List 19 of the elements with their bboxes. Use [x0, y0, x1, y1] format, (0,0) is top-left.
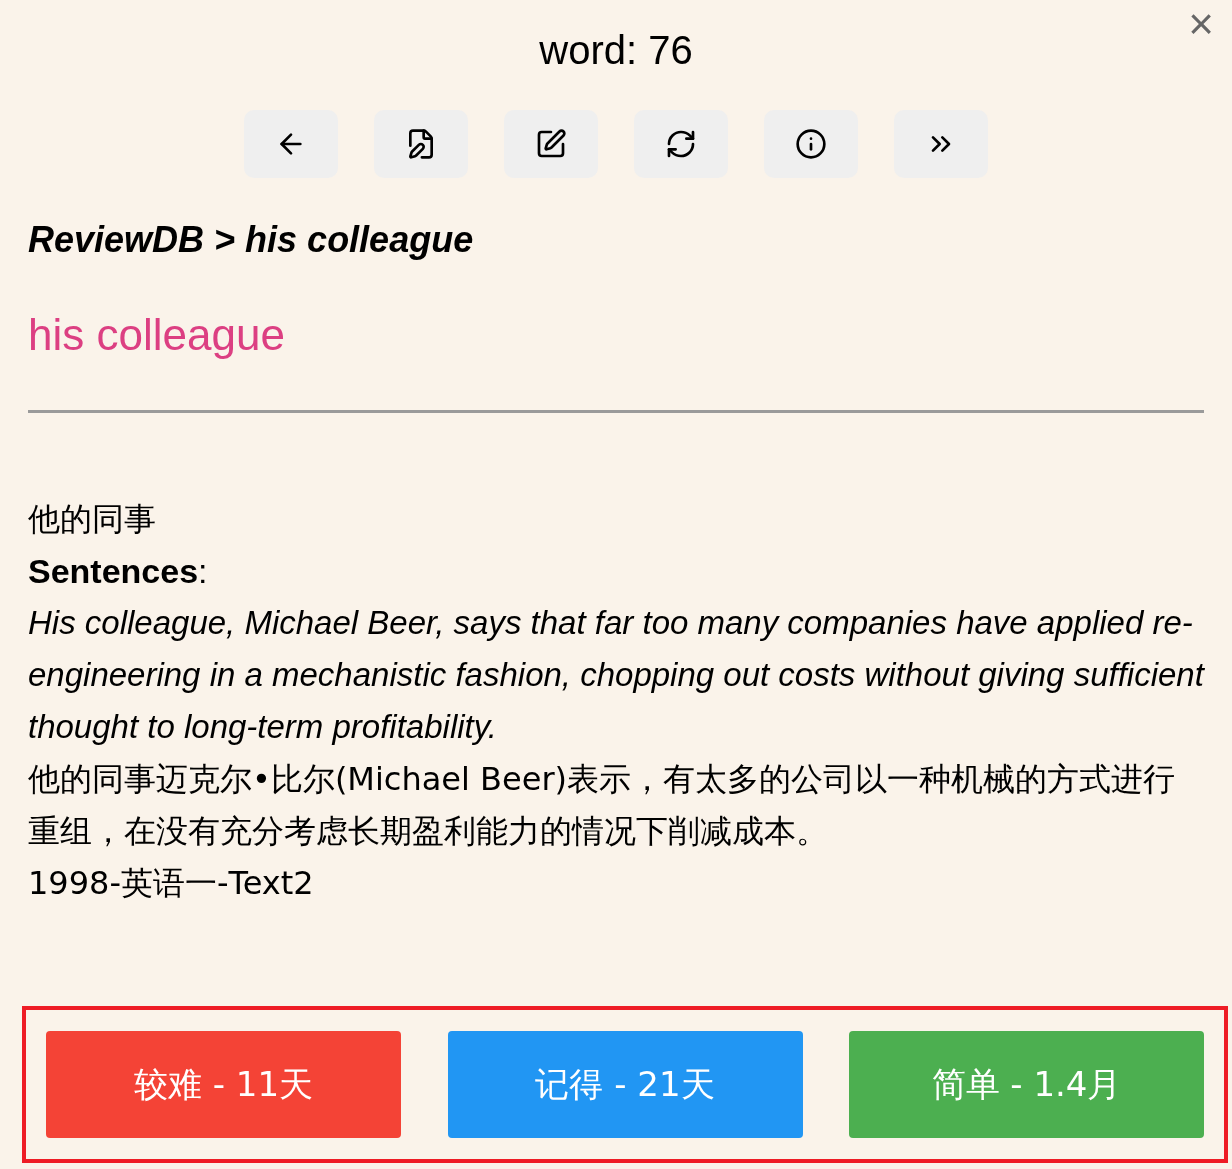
meaning-text: 他的同事: [28, 499, 157, 540]
translation-text: 他的同事迈克尔•比尔(Michael Beer)表示，有太多的公司以一种机械的方式进行重组，在没有充分考虑长期盈利能力的情况下削减成本。: [28, 759, 1177, 852]
source-text: 1998-英语一-Text2: [28, 863, 315, 904]
window-title: word: 76: [539, 27, 693, 74]
example-sentence: His colleague, Michael Beer, says that far too many companies have applied re-engineering in a mechanistic fashion, chopping out costs without giving sufficient thought to long-term profitability.: [28, 603, 1204, 747]
info-button[interactable]: [764, 110, 858, 178]
edit-icon: [535, 128, 567, 160]
answer-button[interactable]: 简单 - 1.4月: [849, 1031, 1204, 1138]
answer-button[interactable]: 较难 - 11天: [46, 1031, 401, 1138]
answer-button[interactable]: 记得 - 21天: [447, 1031, 803, 1138]
file-edit-button[interactable]: [374, 110, 468, 178]
word-heading: his colleague: [28, 309, 286, 361]
info-icon: [795, 128, 827, 160]
breadcrumb: ReviewDB > his colleague: [28, 218, 475, 262]
refresh-button[interactable]: [634, 110, 728, 178]
sentences-label: Sentences:: [28, 551, 209, 592]
edit-button[interactable]: [504, 110, 598, 178]
refresh-icon: [665, 128, 697, 160]
close-button[interactable]: ×: [1188, 2, 1214, 46]
